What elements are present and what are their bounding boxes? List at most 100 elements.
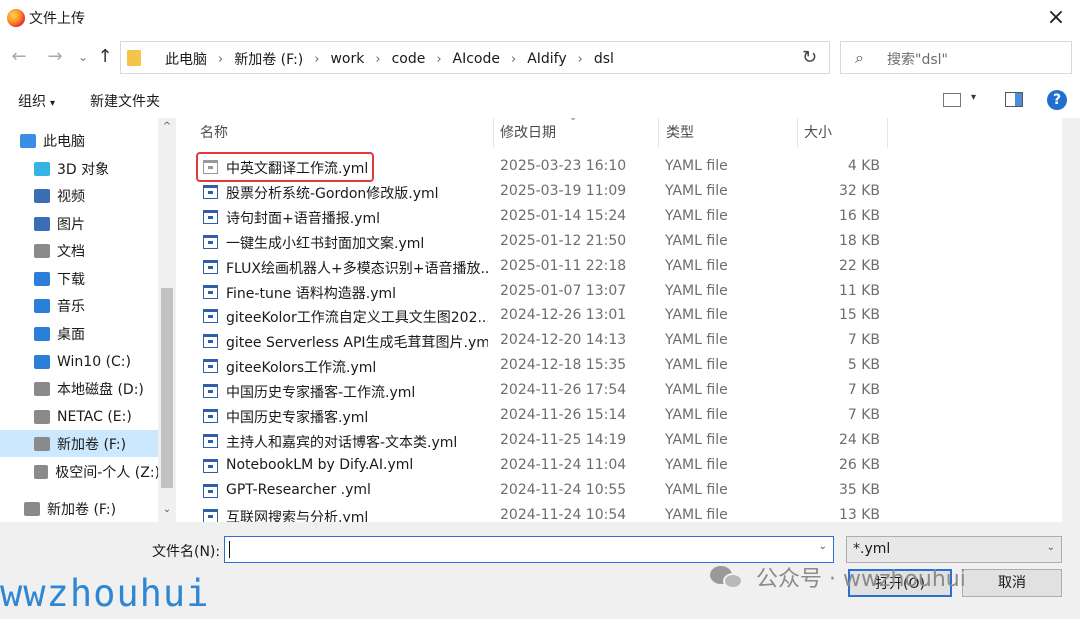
- file-type: YAML file: [665, 207, 728, 224]
- breadcrumb-separator-icon[interactable]: ›: [436, 52, 441, 67]
- file-name: giteeKolors工作流.yml: [226, 360, 377, 377]
- breadcrumb-item[interactable]: work: [330, 51, 364, 67]
- file-name: 主持人和嘉宾的对话博客-文本类.yml: [226, 434, 458, 451]
- sidebar-item[interactable]: 3D 对象: [0, 155, 160, 182]
- file-row[interactable]: Fine-tune 语料构造器.yml 2025-01-07 13:07 YAML …: [200, 280, 890, 305]
- scroll-thumb[interactable]: [161, 288, 173, 488]
- file-name: 互联网搜索与分析.yml: [226, 509, 369, 522]
- file-size: 7 KB: [847, 407, 880, 423]
- sidebar-item[interactable]: 文档: [0, 237, 160, 264]
- sidebar-item[interactable]: 桌面: [0, 320, 160, 347]
- sidebar-item-label: 新加卷 (F:): [57, 436, 127, 453]
- view-dropdown[interactable]: ▾: [971, 92, 976, 103]
- column-header-size[interactable]: 大小: [798, 118, 888, 148]
- breadcrumb-separator-icon[interactable]: ›: [314, 52, 319, 67]
- file-date: 2025-01-12 21:50: [500, 232, 627, 249]
- breadcrumb-separator-icon[interactable]: ›: [511, 52, 516, 67]
- forward-arrow-icon[interactable]: →: [44, 46, 66, 68]
- file-name: gitee Serverless API生成毛茸茸图片.yml: [226, 335, 488, 352]
- video-icon: [34, 188, 50, 203]
- preview-pane-icon[interactable]: [1005, 92, 1023, 107]
- file-row[interactable]: giteeKolor工作流自定义工具文生图202... 2024-12-26 13…: [200, 304, 890, 329]
- sidebar-item-label: 桌面: [57, 326, 85, 343]
- back-arrow-icon[interactable]: ←: [8, 46, 30, 68]
- breadcrumb-item[interactable]: 此电脑: [165, 49, 207, 69]
- navigation-scrollbar[interactable]: ^ ⌄: [158, 118, 176, 522]
- file-name: giteeKolor工作流自定义工具文生图202...: [226, 310, 488, 327]
- cancel-button[interactable]: 取消: [962, 569, 1062, 597]
- yaml-file-icon: [203, 334, 218, 349]
- sidebar-item[interactable]: 图片: [0, 210, 160, 237]
- view-options-icon[interactable]: [943, 93, 961, 107]
- file-date: 2024-12-18 15:35: [500, 357, 627, 374]
- yaml-file-icon: [203, 433, 218, 448]
- file-list-scrollbar[interactable]: [1062, 118, 1080, 522]
- desktop-icon: [34, 326, 50, 341]
- file-name: Fine-tune 语料构造器.yml: [226, 285, 397, 302]
- yaml-file-icon: [203, 284, 218, 299]
- file-row[interactable]: 股票分析系统-Gordon修改版.yml 2025-03-19 11:09 YAML…: [200, 180, 890, 205]
- sidebar-item[interactable]: 此电脑: [0, 127, 160, 154]
- file-type: YAML file: [665, 332, 728, 349]
- breadcrumb-separator-icon[interactable]: ›: [578, 52, 583, 67]
- sidebar-item[interactable]: 极空间-个人 (Z:): [0, 458, 160, 485]
- file-row[interactable]: NotebookLM by Dify.AI.yml 2024-11-24 11:0…: [200, 454, 890, 479]
- filename-dropdown-icon[interactable]: ⌄: [819, 541, 827, 552]
- breadcrumb-item[interactable]: code: [392, 51, 426, 67]
- picture-icon: [34, 216, 50, 231]
- sidebar-item[interactable]: 本地磁盘 (D:): [0, 375, 160, 402]
- up-arrow-icon[interactable]: ↑: [94, 46, 116, 68]
- file-row[interactable]: 中国历史专家播客-工作流.yml 2024-11-26 17:54 YAML fil…: [200, 379, 890, 404]
- yaml-file-icon: [203, 259, 218, 274]
- sidebar-item[interactable]: 音乐: [0, 292, 160, 319]
- file-row[interactable]: 诗句封面+语音播报.yml 2025-01-14 15:24 YAML file 16…: [200, 205, 890, 230]
- file-row[interactable]: 主持人和嘉宾的对话博客-文本类.yml 2024-11-25 14:19 YAML …: [200, 429, 890, 454]
- sidebar-item[interactable]: 新加卷 (F:): [0, 430, 160, 457]
- breadcrumb-separator-icon[interactable]: ›: [375, 52, 380, 67]
- breadcrumb-item[interactable]: AIcode: [453, 51, 500, 67]
- breadcrumb-item[interactable]: AIdify: [527, 51, 566, 67]
- file-row[interactable]: giteeKolors工作流.yml 2024-12-18 15:35 YAML f…: [200, 354, 890, 379]
- sidebar-item[interactable]: Win10 (C:): [0, 348, 160, 375]
- column-header-type[interactable]: 类型: [659, 118, 798, 148]
- file-row[interactable]: 一键生成小红书封面加文案.yml 2025-01-12 21:50 YAML fil…: [200, 230, 890, 255]
- sidebar-item[interactable]: 新加卷 (F:): [0, 495, 160, 522]
- file-type-filter[interactable]: *.yml ⌄: [846, 536, 1062, 563]
- file-date: 2024-11-24 10:55: [500, 481, 627, 498]
- file-type: YAML file: [665, 232, 728, 249]
- breadcrumb-item[interactable]: dsl: [594, 51, 614, 67]
- address-bar[interactable]: 此电脑 › 新加卷 (F:) › work › code › AIcode › AIdify › dsl…: [120, 41, 899, 74]
- file-row[interactable]: 互联网搜索与分析.yml 2024-11-24 10:54 YAML file 13 …: [200, 504, 890, 522]
- refresh-button[interactable]: ↻: [790, 41, 830, 74]
- filename-input[interactable]: ⌄: [224, 536, 834, 563]
- yaml-file-icon: [203, 458, 218, 473]
- file-date: 2024-11-26 17:54: [500, 382, 627, 399]
- file-row[interactable]: GPT-Researcher .yml 2024-11-24 10:55 YAML …: [200, 479, 890, 504]
- wechat-label: 公众号 · wwzhouhui: [756, 567, 966, 592]
- file-type-value: *.yml: [853, 541, 891, 557]
- close-button[interactable]: ×: [1042, 4, 1070, 32]
- breadcrumb-separator-icon[interactable]: ›: [218, 52, 223, 67]
- file-row[interactable]: gitee Serverless API生成毛茸茸图片.yml 2024-12-2…: [200, 329, 890, 354]
- file-row[interactable]: FLUX绘画机器人+多模态识别+语音播放... 2025-01-11 22:18 Y…: [200, 255, 890, 280]
- sidebar-item[interactable]: 视频: [0, 182, 160, 209]
- navigation-bar: ← → ⌄ ↑ 此电脑 › 新加卷 (F:) › work › code › AIcode › AI…: [0, 36, 1080, 80]
- new-folder-button[interactable]: 新建文件夹: [90, 91, 160, 111]
- recent-locations-dropdown[interactable]: ⌄: [72, 46, 94, 68]
- scroll-up-icon[interactable]: ^: [161, 121, 173, 132]
- breadcrumb-item[interactable]: 新加卷 (F:): [234, 49, 303, 69]
- file-type: YAML file: [665, 158, 728, 174]
- search-input[interactable]: ⌕ 搜索"dsl": [840, 41, 1072, 74]
- column-header-name[interactable]: 名称: [176, 118, 494, 148]
- help-icon[interactable]: ?: [1047, 90, 1067, 110]
- file-type: YAML file: [665, 481, 728, 498]
- file-row[interactable]: 中国历史专家播客.yml 2024-11-26 15:14 YAML file 7 K…: [200, 404, 890, 429]
- navigation-pane: 此电脑 3D 对象 视频 图片 文档 下载 音乐桌面 Win10 (C:) 本地磁盘 (D:) N…: [0, 118, 176, 522]
- sidebar-item[interactable]: 下载: [0, 265, 160, 292]
- organize-button[interactable]: 组织 ▾: [18, 91, 55, 111]
- scroll-down-icon[interactable]: ⌄: [161, 504, 173, 515]
- sidebar-item[interactable]: NETAC (E:): [0, 403, 160, 430]
- document-icon: [34, 243, 50, 258]
- yaml-file-icon: [203, 409, 218, 423]
- sidebar-item-label: Win10 (C:): [57, 353, 131, 370]
